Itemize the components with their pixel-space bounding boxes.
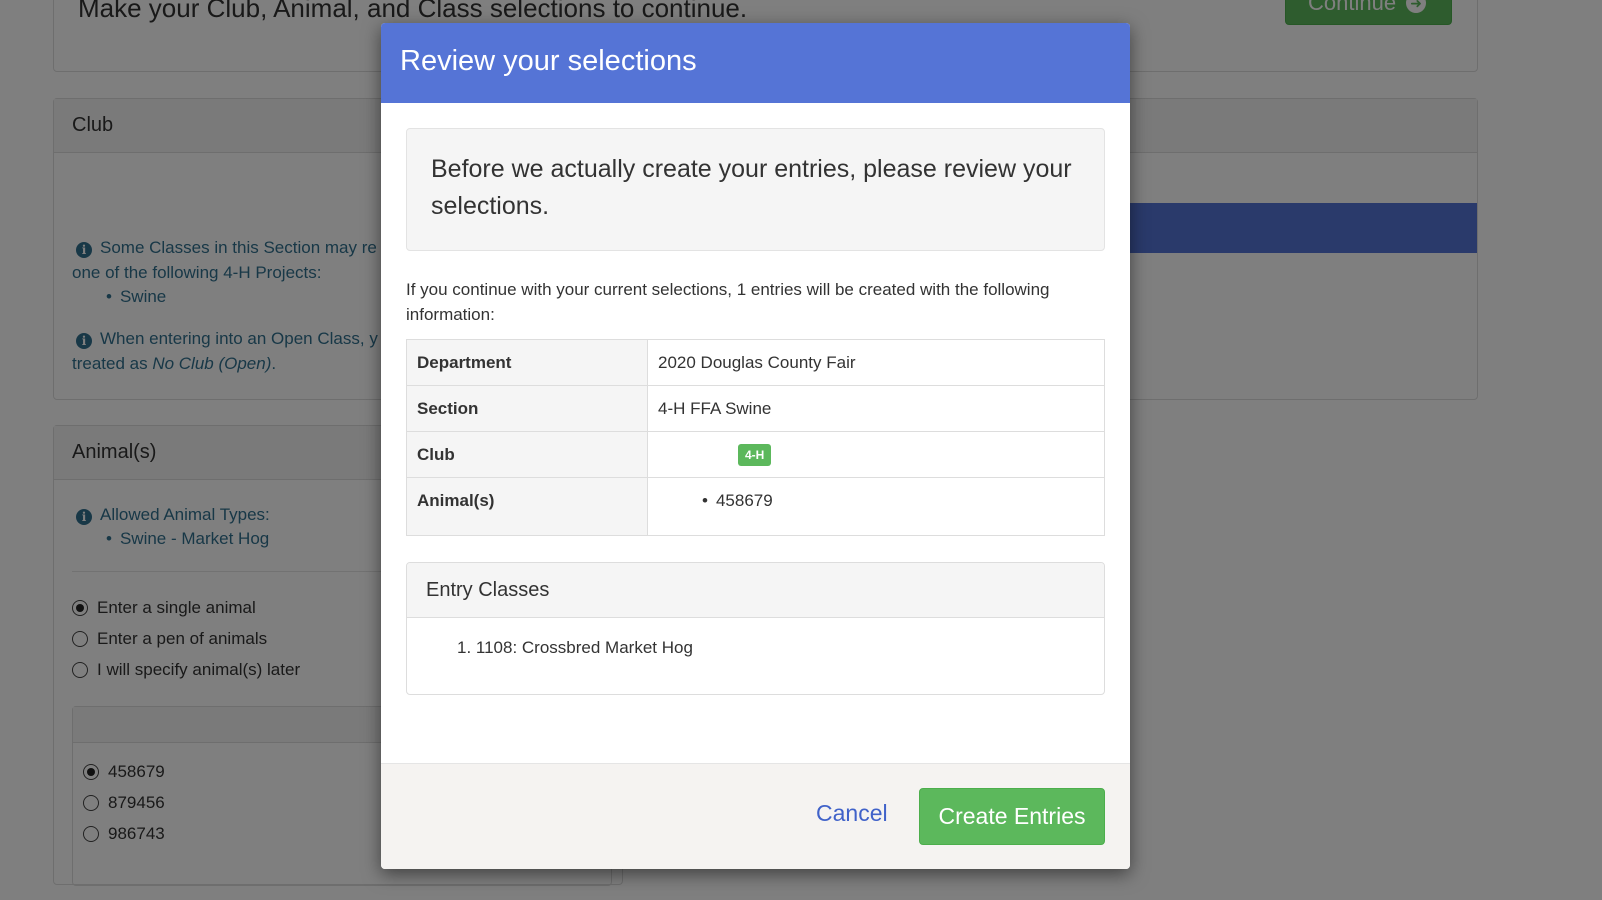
cancel-button[interactable]: Cancel xyxy=(816,800,888,827)
table-row: Club 4-H xyxy=(406,431,1105,478)
entry-class-list: 1. 1108: Crossbred Market Hog xyxy=(407,618,1104,694)
modal-body: Before we actually create your entries, … xyxy=(381,103,1130,695)
department-value: 2020 Douglas County Fair xyxy=(647,339,1105,386)
table-row: Section 4-H FFA Swine xyxy=(406,385,1105,432)
club-value: 4-H xyxy=(647,431,1105,478)
review-modal: Review your selections Before we actuall… xyxy=(381,23,1130,869)
table-row: Department 2020 Douglas County Fair xyxy=(406,339,1105,386)
entry-classes-title: Entry Classes xyxy=(407,563,1104,618)
club-label: Club xyxy=(406,431,648,478)
review-well: Before we actually create your entries, … xyxy=(406,128,1105,251)
club-badge: 4-H xyxy=(738,443,772,466)
section-value: 4-H FFA Swine xyxy=(647,385,1105,432)
animal-list-item: 458679 xyxy=(702,491,1094,511)
review-table: Department 2020 Douglas County Fair Sect… xyxy=(406,339,1105,536)
table-row: Animal(s) 458679 xyxy=(406,477,1105,536)
animals-label: Animal(s) xyxy=(406,477,648,536)
section-label: Section xyxy=(406,385,648,432)
entry-classes-panel: Entry Classes 1. 1108: Crossbred Market … xyxy=(406,562,1105,695)
modal-title: Review your selections xyxy=(381,23,1130,103)
entries-note: If you continue with your current select… xyxy=(406,280,1050,324)
create-entries-button[interactable]: Create Entries xyxy=(919,788,1105,845)
animals-value: 458679 xyxy=(647,477,1105,536)
department-label: Department xyxy=(406,339,648,386)
modal-footer: Cancel Create Entries xyxy=(381,763,1130,869)
entry-class-item: 1. 1108: Crossbred Market Hog xyxy=(457,638,693,657)
